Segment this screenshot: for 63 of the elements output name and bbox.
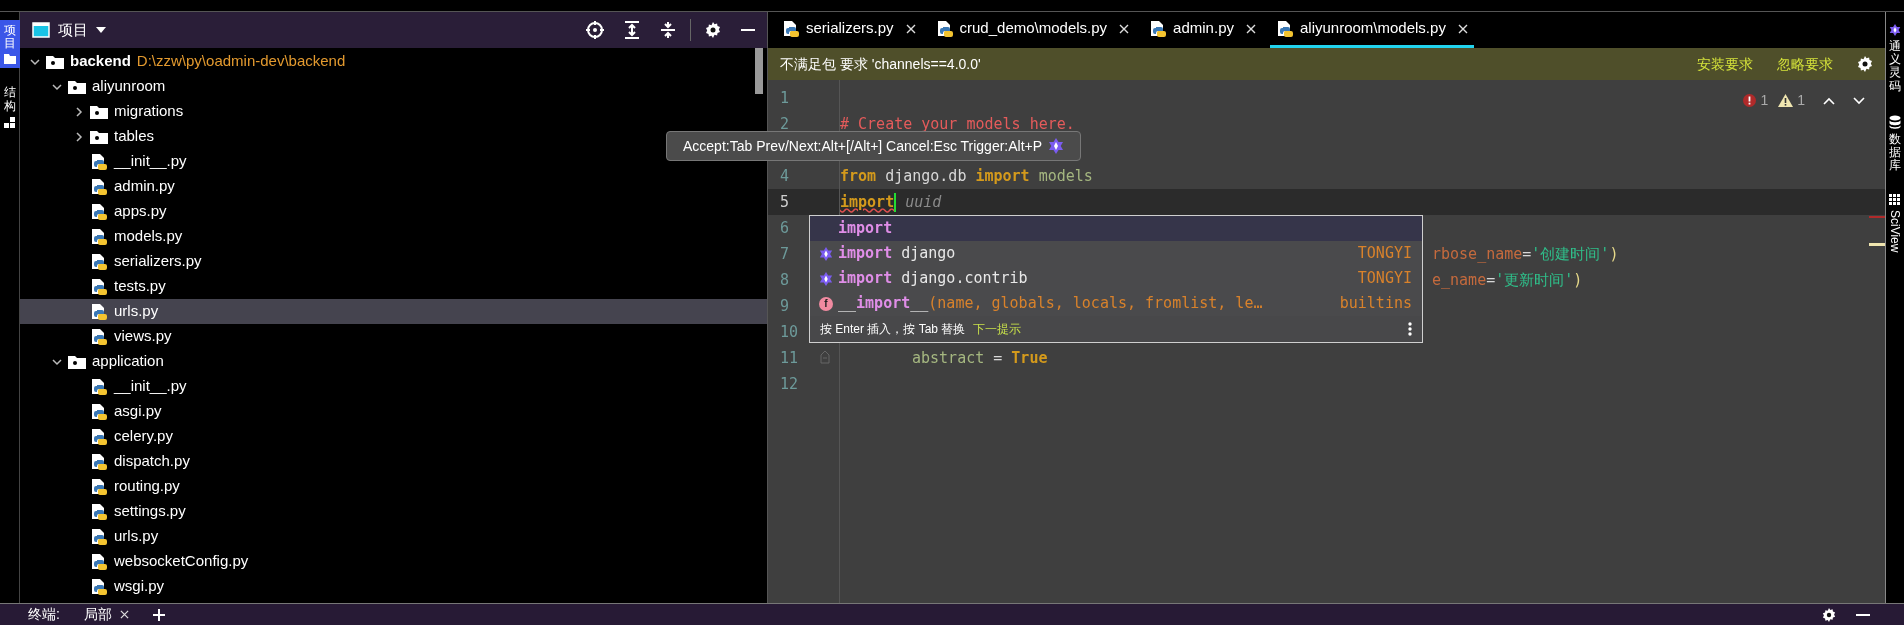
file-name: routing.py <box>114 476 180 497</box>
line-number: 6 <box>780 217 790 239</box>
completion-text: import django <box>838 243 957 265</box>
completion-text: import <box>838 218 894 240</box>
tab-label: aliyunroom\models.py <box>1300 18 1446 39</box>
file-name: serializers.py <box>114 251 202 272</box>
project-name: backend <box>70 51 131 72</box>
file-name: __init__.py <box>114 376 187 397</box>
file-name: urls.py <box>114 301 159 322</box>
file-name: wsgi.py <box>114 576 165 597</box>
warning-count: 1 <box>1797 91 1805 110</box>
code-line: e_name='更新时间') <box>1432 269 1583 291</box>
line-number: 11 <box>780 347 799 369</box>
completion-text: __import__(name, globals, locals, fromlist, le… <box>838 293 1264 315</box>
file-name: admin.py <box>114 176 175 197</box>
line-number: 8 <box>780 269 790 291</box>
file-name: websocketConfig.py <box>114 551 249 572</box>
tab-label: serializers.py <box>806 18 894 39</box>
function-icon: f <box>819 296 833 311</box>
file-name: __init__.py <box>114 151 187 172</box>
line-number: 7 <box>780 243 790 265</box>
folder-name: application <box>92 351 164 372</box>
line-number: 12 <box>780 373 799 395</box>
code-line: abstract = True <box>911 347 1048 369</box>
side-tab-label: 通义灵码 <box>1889 40 1901 93</box>
completion-text: import django.contrib <box>838 268 1029 290</box>
file-name: urls.py <box>114 526 159 547</box>
banner-message: 不满足包 要求 'channels==4.0.0' <box>780 54 982 74</box>
folder-name: aliyunroom <box>92 76 166 97</box>
line-number: 9 <box>780 295 790 317</box>
line-number: 2 <box>780 113 790 135</box>
completion-hint: 按 Enter 插入，按 Tab 替换 <box>820 321 966 338</box>
tooltip-text: Accept:Tab Prev/Next:Alt+[/Alt+] Cancel:Esc Trigger:Alt+P <box>683 136 1043 156</box>
line-number: 4 <box>780 165 790 187</box>
file-name: asgi.py <box>114 401 162 422</box>
code-line: import uuid <box>840 191 942 214</box>
tab-label: admin.py <box>1173 18 1234 39</box>
terminal-label: 终端: <box>28 605 60 624</box>
file-name: settings.py <box>114 501 186 522</box>
code-line: rbose_name='创建时间') <box>1432 243 1619 265</box>
file-name: celery.py <box>114 426 173 447</box>
file-name: dispatch.py <box>114 451 190 472</box>
line-number: 5 <box>780 191 790 213</box>
side-tab-label: 数据库 <box>1889 132 1901 173</box>
file-name: views.py <box>114 326 172 347</box>
file-name: apps.py <box>114 201 167 222</box>
code-line: # Create your models here. <box>840 113 1075 135</box>
project-path: D:\zzw\py\oadmin-dev\backend <box>136 51 346 72</box>
line-number: 10 <box>780 321 799 343</box>
line-number: 1 <box>780 87 790 109</box>
side-tab-label: SciView <box>1887 210 1903 253</box>
side-tab-label: 项目 <box>3 24 16 51</box>
error-count: 1 <box>1760 91 1769 110</box>
completion-source: TONGYI <box>1357 243 1412 265</box>
tab-label: crud_demo\models.py <box>959 18 1108 39</box>
completion-source: builtins <box>1339 293 1412 315</box>
file-name: models.py <box>114 226 183 247</box>
folder-name: migrations <box>114 101 184 122</box>
folder-name: tables <box>114 126 155 147</box>
side-tab-label: 结构 <box>3 86 16 113</box>
file-name: tests.py <box>114 276 166 297</box>
completion-source: TONGYI <box>1357 268 1412 290</box>
code-line: from django.db import models <box>840 165 1093 187</box>
